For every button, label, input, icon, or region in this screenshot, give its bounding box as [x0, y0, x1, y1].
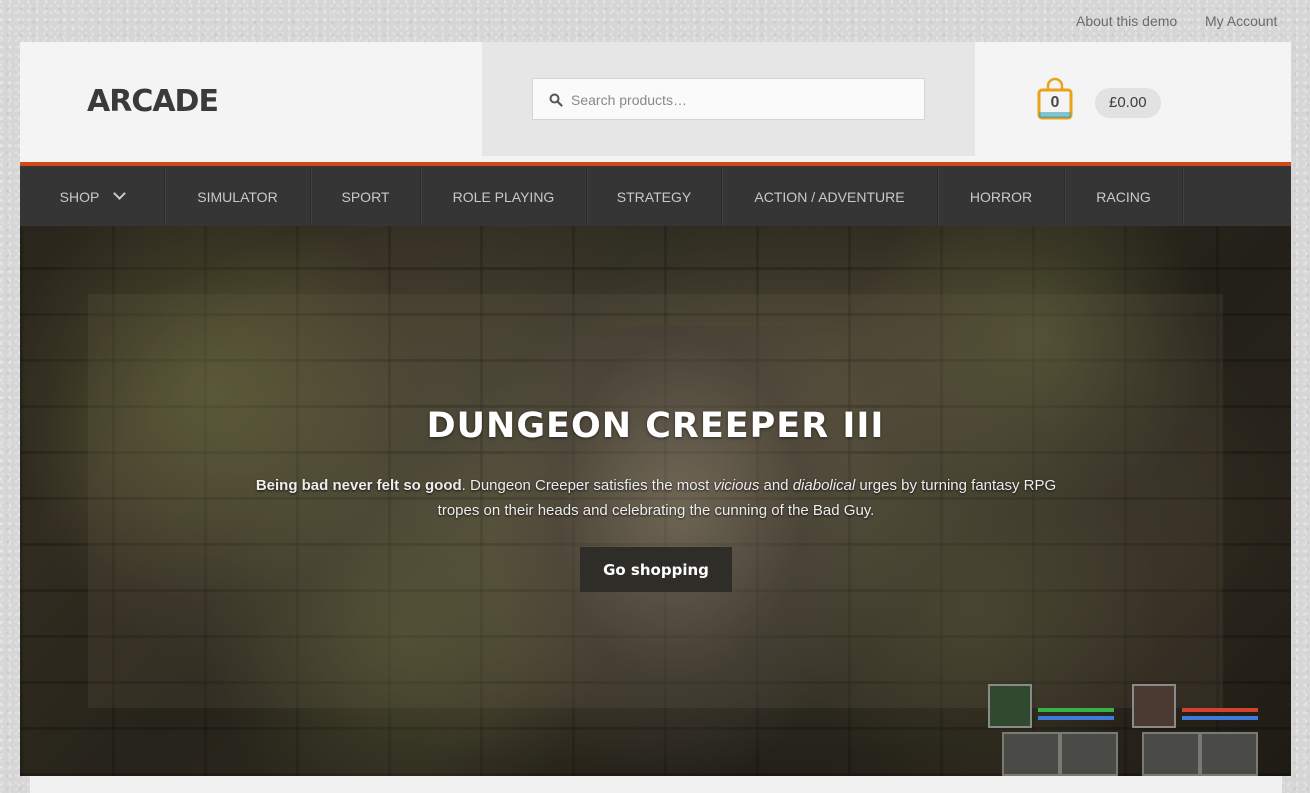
site-logo[interactable]: ARCADE [87, 84, 219, 119]
hero-description: Being bad never felt so good. Dungeon Cr… [240, 473, 1072, 523]
search-input[interactable] [569, 79, 913, 121]
item-slot [1060, 732, 1118, 776]
search-box[interactable] [532, 78, 925, 121]
health-bar [1182, 708, 1258, 712]
nav-item-label: ROLE PLAYING [452, 189, 555, 205]
site-header: ARCADE 0 £0.00 [20, 42, 1291, 162]
nav-item-shop[interactable]: SHOP [20, 166, 165, 226]
search-icon [549, 93, 563, 107]
mana-bar [1038, 716, 1114, 720]
item-slot [1002, 732, 1060, 776]
top-bar: About this demo My Account [0, 0, 1310, 42]
game-hud-character-2 [1132, 684, 1262, 776]
hero-banner: DUNGEON CREEPER III Being bad never felt… [20, 226, 1291, 776]
go-shopping-button[interactable]: Go shopping [580, 547, 732, 592]
nav-item-strategy[interactable]: STRATEGY [587, 166, 722, 226]
about-demo-link[interactable]: About this demo [1076, 13, 1177, 29]
nav-item-racing[interactable]: RACING [1065, 166, 1183, 226]
character-portrait [1132, 684, 1176, 728]
hero-text-part: . Dungeon Creeper satisfies the most [461, 477, 714, 494]
nav-item-label: SPORT [341, 189, 390, 205]
character-portrait [988, 684, 1032, 728]
hero-text-bold: Being bad never felt so good [255, 477, 462, 494]
health-bar [1038, 708, 1114, 712]
hero-text-part: and [759, 477, 793, 494]
nav-item-action-adventure[interactable]: ACTION / ADVENTURE [722, 166, 938, 226]
nav-item-horror[interactable]: HORROR [938, 166, 1065, 226]
item-slot [1142, 732, 1200, 776]
hero-title: DUNGEON CREEPER III [426, 406, 885, 446]
cart-count[interactable]: 0 [1037, 94, 1073, 112]
hero-text-italic: vicious [713, 477, 760, 494]
nav-item-sport[interactable]: SPORT [311, 166, 421, 226]
mana-bar [1182, 716, 1258, 720]
nav-item-label: SIMULATOR [197, 189, 278, 205]
nav-item-label: RACING [1096, 189, 1151, 205]
nav-item-label: STRATEGY [616, 189, 692, 205]
main-navigation: SHOP SIMULATOR SPORT ROLE PLAYING STRATE… [20, 162, 1291, 226]
cart-total[interactable]: £0.00 [1095, 88, 1161, 118]
hero-text-italic: diabolical [792, 477, 856, 494]
game-hud-character-1 [988, 684, 1118, 776]
content-area-top [30, 776, 1282, 793]
nav-item-label: SHOP [59, 189, 100, 205]
search-panel [482, 42, 975, 156]
nav-item-role-playing[interactable]: ROLE PLAYING [421, 166, 587, 226]
nav-item-label: ACTION / ADVENTURE [754, 189, 905, 205]
my-account-link[interactable]: My Account [1205, 13, 1277, 29]
nav-item-simulator[interactable]: SIMULATOR [165, 166, 311, 226]
nav-item-label: HORROR [969, 189, 1033, 205]
chevron-down-icon [113, 187, 127, 200]
item-slot [1200, 732, 1258, 776]
